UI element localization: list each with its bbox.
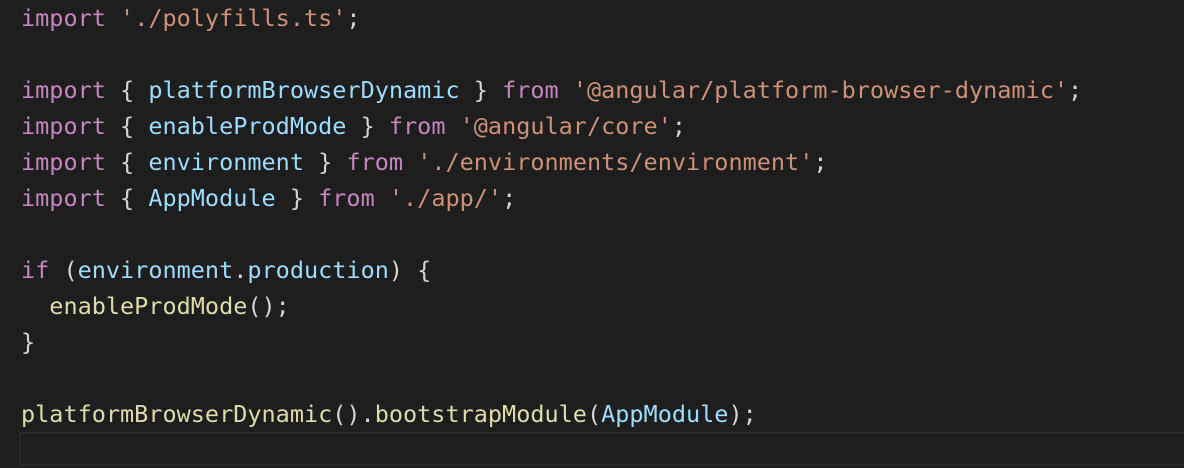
code-line[interactable]: ​: [21, 360, 1082, 396]
code-line[interactable]: import { enableProdMode } from '@angular…: [21, 108, 1082, 144]
code-token: import: [21, 76, 106, 104]
code-line[interactable]: import './polyfills.ts';: [21, 0, 1082, 36]
code-line[interactable]: import { AppModule } from './app/';: [21, 180, 1082, 216]
code-token: (: [586, 400, 602, 428]
code-token: ;: [813, 148, 828, 176]
code-line[interactable]: import { platformBrowserDynamic } from '…: [21, 72, 1082, 108]
code-token: {: [105, 184, 149, 212]
code-token: enableProdMode: [148, 112, 347, 140]
code-token: import: [21, 148, 106, 176]
code-token: ;: [1068, 76, 1083, 104]
code-token: ;: [502, 184, 517, 212]
code-token: './polyfills.ts': [120, 4, 347, 32]
code-token: }: [459, 76, 503, 104]
code-token: platformBrowserDynamic: [148, 76, 460, 104]
code-token: );: [728, 400, 757, 428]
code-editor[interactable]: import './polyfills.ts';​import { platfo…: [0, 0, 1184, 468]
code-token: {: [105, 148, 149, 176]
code-token: '@angular/platform-browser-dynamic': [572, 76, 1068, 104]
code-token: from: [318, 184, 375, 212]
code-token: platformBrowserDynamic: [21, 400, 333, 428]
code-token: from: [346, 148, 404, 176]
code-token: {: [105, 112, 149, 140]
code-token: ;: [671, 112, 687, 140]
code-line[interactable]: ​: [21, 36, 1082, 72]
code-token: }: [346, 112, 389, 140]
code-token: from: [502, 76, 559, 104]
code-token: enableProdMode: [49, 292, 248, 320]
code-token: ();: [247, 292, 290, 320]
code-token: AppModule: [148, 184, 276, 212]
code-token: (: [49, 256, 78, 284]
code-token: ) {: [388, 256, 432, 284]
code-token: environment: [77, 256, 234, 284]
code-token: {: [105, 76, 149, 104]
code-token: './app/': [388, 184, 503, 212]
code-line[interactable]: ​: [21, 216, 1082, 252]
code-token: ().: [332, 400, 375, 428]
code-token: bootstrapModule: [374, 400, 587, 428]
code-line[interactable]: enableProdMode();: [21, 288, 1082, 324]
code-token: }: [275, 184, 319, 212]
code-token: import: [21, 4, 106, 32]
code-token: }: [303, 148, 347, 176]
code-token: production: [247, 256, 389, 284]
code-line[interactable]: if (environment.production) {: [21, 252, 1082, 288]
code-token: if: [21, 256, 50, 284]
code-line[interactable]: ​: [21, 432, 1082, 468]
code-token: from: [388, 112, 446, 140]
code-token: './environments/environment': [417, 148, 814, 176]
code-token: .: [233, 256, 248, 284]
code-token: import: [21, 184, 106, 212]
code-content[interactable]: import './polyfills.ts';​import { platfo…: [21, 0, 1082, 468]
code-token: import: [21, 112, 106, 140]
code-token: '@angular/core': [459, 112, 672, 140]
code-line[interactable]: import { environment } from './environme…: [21, 144, 1082, 180]
code-line[interactable]: platformBrowserDynamic().bootstrapModule…: [21, 396, 1082, 432]
code-token: }: [21, 328, 36, 356]
code-line[interactable]: }: [21, 324, 1082, 360]
code-token: ;: [346, 4, 361, 32]
code-token: environment: [148, 148, 304, 176]
code-token: AppModule: [601, 400, 729, 428]
